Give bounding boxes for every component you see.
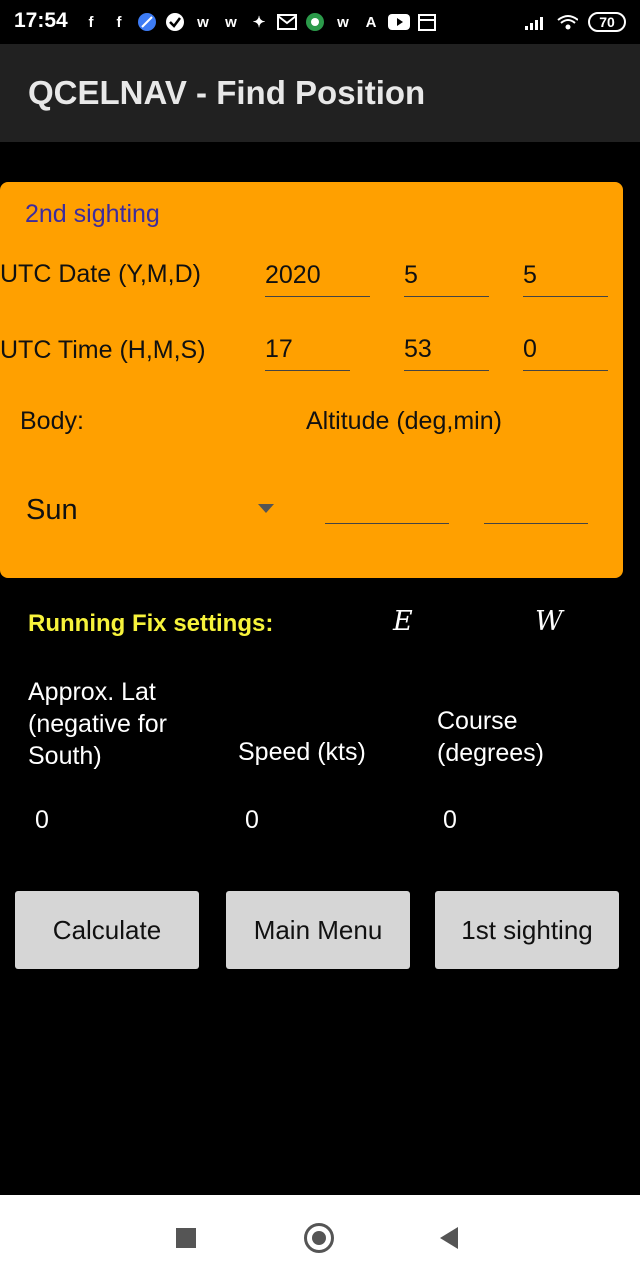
day-input[interactable]: 5 <box>523 257 608 297</box>
recent-apps-icon[interactable] <box>176 1228 196 1248</box>
circle-app-icon <box>304 11 326 33</box>
app-bar: QCELNAV - Find Position <box>0 44 640 142</box>
utc-time-label: UTC Time (H,M,S) <box>0 336 206 364</box>
w-icon: w <box>197 13 209 31</box>
approx-lat-label: Approx. Lat (negative for South) <box>28 678 167 770</box>
app-title: QCELNAV - Find Position <box>28 74 426 111</box>
dropdown-arrow-icon <box>258 504 274 513</box>
gmail-icon <box>276 11 298 33</box>
back-icon[interactable] <box>440 1227 458 1249</box>
check-icon <box>164 11 186 33</box>
year-input[interactable]: 2020 <box>265 257 370 297</box>
course-input[interactable]: 0 <box>443 806 457 835</box>
altitude-label: Altitude (deg,min) <box>306 407 502 435</box>
notification-icons: f f w w ✦ w A <box>80 8 438 36</box>
running-fix-title: Running Fix settings: <box>28 610 274 637</box>
second-input[interactable]: 0 <box>523 331 608 371</box>
west-option[interactable]: W <box>535 606 563 637</box>
browser-icon <box>136 11 158 33</box>
body-label: Body: <box>20 407 84 435</box>
battery-icon: 70 <box>588 12 626 32</box>
w-icon: w <box>337 13 349 31</box>
body-dropdown-value: Sun <box>26 494 78 526</box>
altitude-deg-input[interactable] <box>325 484 449 524</box>
facebook-icon: f <box>116 13 122 31</box>
course-label: Course (degrees) <box>437 707 544 767</box>
main-menu-button[interactable]: Main Menu <box>226 891 410 969</box>
east-option[interactable]: E <box>393 606 413 637</box>
utc-date-label: UTC Date (Y,M,D) <box>0 260 201 288</box>
speed-label: Speed (kts) <box>238 738 366 766</box>
month-input[interactable]: 5 <box>404 257 489 297</box>
calendar-icon <box>416 11 438 33</box>
youtube-icon <box>388 11 410 33</box>
first-sighting-button[interactable]: 1st sighting <box>435 891 619 969</box>
sighting-title: 2nd sighting <box>25 200 160 228</box>
wifi-icon <box>556 11 578 33</box>
hour-input[interactable]: 17 <box>265 331 350 371</box>
status-bar: 17:54 f f w w ✦ w A 70 <box>0 0 640 44</box>
translate-icon: A <box>365 13 377 31</box>
navigation-bar <box>0 1195 640 1280</box>
status-time: 17:54 <box>14 9 68 32</box>
calculate-button[interactable]: Calculate <box>15 891 199 969</box>
pin-icon: ✦ <box>252 14 266 31</box>
minute-input[interactable]: 53 <box>404 331 489 371</box>
sighting-panel: 2nd sighting UTC Date (Y,M,D) 2020 5 5 U… <box>0 182 623 578</box>
facebook-icon: f <box>88 13 94 31</box>
signal-icon <box>524 11 546 33</box>
approx-lat-input[interactable]: 0 <box>35 806 49 835</box>
w-icon: w <box>225 13 237 31</box>
home-icon[interactable] <box>304 1223 334 1253</box>
altitude-min-input[interactable] <box>484 484 588 524</box>
speed-input[interactable]: 0 <box>245 806 259 835</box>
